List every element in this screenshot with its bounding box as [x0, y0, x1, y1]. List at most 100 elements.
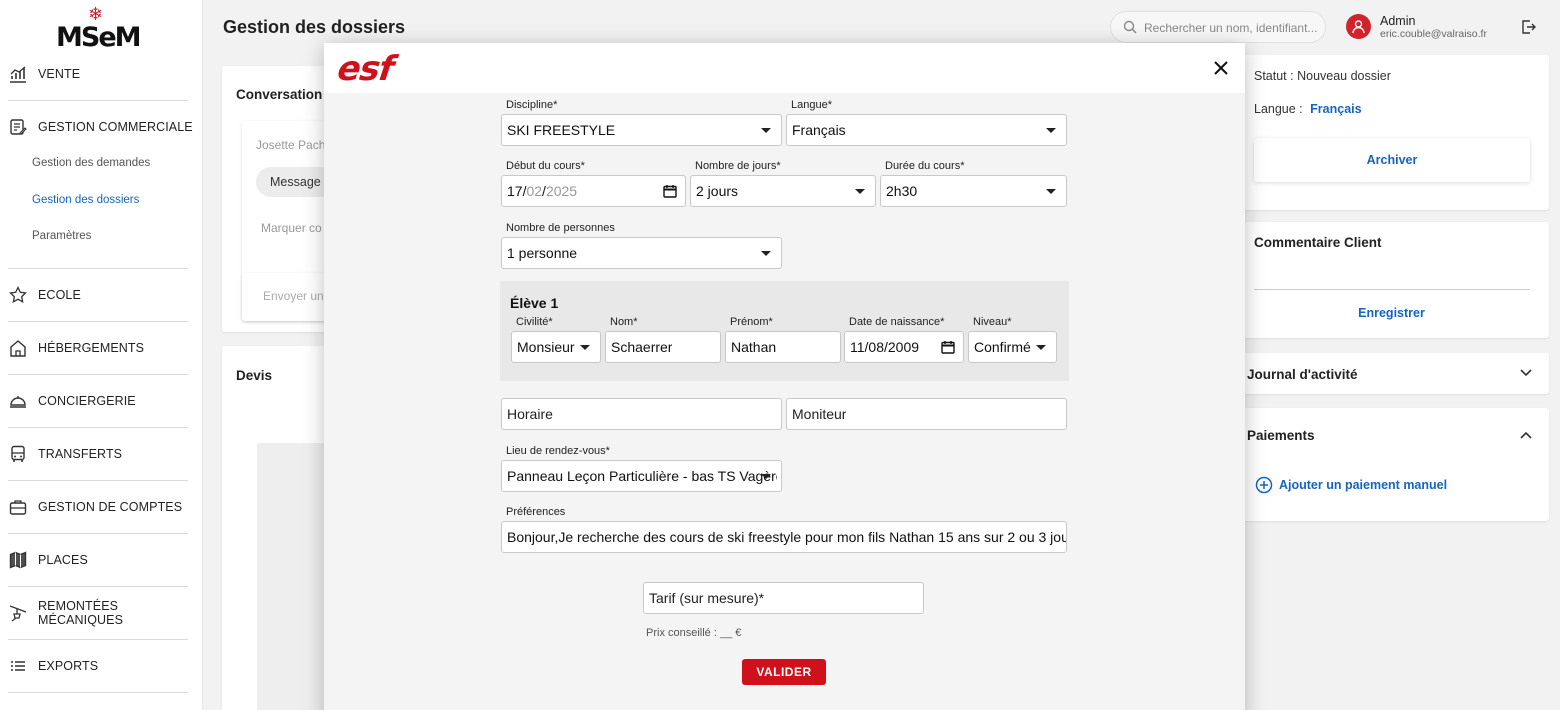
civilite-select[interactable]: Monsieur	[511, 331, 601, 363]
user-email: eric.couble@valraiso.fr	[1380, 28, 1487, 40]
date-year: 2025	[545, 183, 578, 199]
moniteur-input[interactable]: Moniteur	[786, 398, 1067, 430]
msem-logo[interactable]: ❄ MSeM	[56, 4, 146, 53]
page-title: Gestion des dossiers	[223, 17, 406, 37]
search-box[interactable]	[1110, 11, 1326, 43]
add-payment-label: Ajouter un paiement manuel	[1279, 478, 1448, 492]
star-icon	[8, 285, 28, 305]
dropdown-arrow-icon	[1046, 189, 1056, 194]
prix-conseille: Prix conseillé : __ €	[646, 627, 742, 639]
sidebar-subitem-parametres[interactable]: Paramètres	[32, 230, 91, 242]
message-chip[interactable]: Message	[256, 167, 332, 197]
add-circle-icon	[1255, 476, 1273, 494]
debut-label: Début du cours*	[506, 160, 585, 172]
journal-title: Journal d'activité	[1247, 367, 1358, 382]
sidebar-item-conciergerie[interactable]: CONCIERGERIE	[0, 375, 203, 427]
sidebar-item-hebergements[interactable]: HÉBERGEMENTS	[0, 322, 203, 374]
nom-input[interactable]: Schaerrer	[605, 331, 721, 363]
calendar-icon[interactable]	[941, 340, 955, 354]
sidebar-item-gestion-comptes[interactable]: GESTION DE COMPTES	[0, 481, 203, 533]
conversation-name: Josette Pach	[256, 138, 326, 152]
moniteur-placeholder: Moniteur	[792, 406, 847, 422]
dropdown-arrow-icon	[1046, 128, 1056, 133]
close-icon[interactable]	[1211, 58, 1231, 78]
sidebar-subitem-demandes[interactable]: Gestion des demandes	[32, 157, 150, 169]
send-box[interactable]: Envoyer un	[242, 273, 332, 321]
discipline-select[interactable]: SKI FREESTYLE	[501, 114, 782, 146]
sidebar-item-label: CONCIERGERIE	[38, 394, 136, 408]
chart-icon	[8, 64, 28, 84]
duree-value: 2h30	[886, 183, 918, 199]
naissance-date-input[interactable]: 11/08/2009	[844, 331, 964, 363]
sidebar-subitem-dossiers[interactable]: Gestion des dossiers	[32, 194, 139, 206]
chevron-down-icon[interactable]	[1520, 368, 1532, 378]
dropdown-arrow-icon	[1036, 345, 1046, 350]
discipline-value: SKI FREESTYLE	[507, 122, 616, 138]
civilite-value: Monsieur	[517, 339, 575, 355]
logout-icon[interactable]	[1520, 19, 1536, 35]
sidebar-item-places[interactable]: PLACES	[0, 534, 203, 586]
preferences-input[interactable]: Bonjour,Je recherche des cours de ski fr…	[501, 521, 1067, 553]
validate-button[interactable]: VALIDER	[742, 659, 826, 685]
dropdown-arrow-icon	[855, 189, 865, 194]
add-payment-button[interactable]: Ajouter un paiement manuel	[1255, 476, 1447, 494]
conversation-title: Conversation c	[236, 87, 334, 102]
avatar[interactable]	[1346, 14, 1371, 39]
modal-body: Discipline* SKI FREESTYLE Langue* França…	[324, 93, 1245, 710]
niveau-value: Confirmé	[974, 339, 1031, 355]
langue-value: Français	[792, 122, 846, 138]
nb-jours-select[interactable]: 2 jours	[690, 175, 876, 207]
archive-label: Archiver	[1366, 153, 1418, 167]
sidebar-item-label: EXPORTS	[38, 659, 99, 673]
nb-personnes-select[interactable]: 1 personne	[501, 237, 782, 269]
save-comment-button[interactable]: Enregistrer	[1240, 306, 1543, 320]
comment-card: Commentaire Client Enregistrer	[1240, 222, 1549, 338]
dropdown-arrow-icon	[761, 251, 771, 256]
eleve-section: Élève 1 Civilité* Monsieur Nom* Schaerre…	[500, 281, 1069, 381]
user-name: Admin	[1380, 14, 1416, 28]
nom-value: Schaerrer	[611, 339, 673, 355]
chevron-up-icon[interactable]	[1520, 430, 1532, 440]
preferences-value: Bonjour,Je recherche des cours de ski fr…	[507, 529, 1066, 545]
langue-value[interactable]: Français	[1310, 102, 1361, 116]
langue-row: Langue : Français	[1254, 102, 1362, 116]
sidebar-item-label: GESTION COMMERCIALE	[38, 120, 193, 134]
langue-select[interactable]: Français	[786, 114, 1067, 146]
debut-date-input[interactable]: 17/02/2025	[501, 175, 686, 207]
payments-card: Paiements Ajouter un paiement manuel	[1240, 408, 1549, 521]
dropdown-arrow-icon	[580, 345, 590, 350]
journal-card[interactable]: Journal d'activité	[1240, 353, 1549, 394]
sidebar: ❄ MSeM VENTE GESTION COMMERCIALE Gestion…	[0, 0, 203, 710]
duree-label: Durée du cours*	[885, 160, 965, 172]
nom-label: Nom*	[610, 316, 638, 328]
payments-title: Paiements	[1247, 428, 1315, 443]
duree-select[interactable]: 2h30	[880, 175, 1067, 207]
lieu-select[interactable]: Panneau Leçon Particulière - bas TS Vagè…	[501, 460, 782, 492]
civilite-label: Civilité*	[516, 316, 553, 328]
sidebar-item-exports[interactable]: EXPORTS	[0, 640, 203, 692]
mark-read-link[interactable]: Marquer co	[261, 221, 322, 235]
send-input[interactable]: Envoyer un	[263, 289, 324, 303]
archive-button[interactable]: Archiver	[1254, 138, 1530, 182]
sidebar-item-gestion-commerciale[interactable]: GESTION COMMERCIALE	[0, 101, 203, 153]
tarif-placeholder: Tarif (sur mesure)*	[649, 590, 765, 606]
statut-row: Statut : Nouveau dossier	[1254, 69, 1391, 83]
comment-input[interactable]	[1254, 289, 1530, 290]
conversation-card: Conversation c Josette Pach Message Marq…	[222, 66, 334, 332]
ski-lift-icon	[8, 603, 28, 623]
langue-label: Langue*	[791, 99, 832, 111]
calendar-icon[interactable]	[663, 184, 677, 198]
tarif-input[interactable]: Tarif (sur mesure)*	[643, 582, 924, 614]
search-input[interactable]	[1144, 18, 1320, 38]
niveau-label: Niveau*	[973, 316, 1012, 328]
search-icon	[1123, 20, 1137, 34]
sidebar-item-transferts[interactable]: TRANSFERTS	[0, 428, 203, 480]
home-icon	[8, 338, 28, 358]
horaire-input[interactable]: Horaire	[501, 398, 782, 430]
sidebar-item-remontees[interactable]: REMONTÉES MÉCANIQUES	[0, 587, 203, 639]
prenom-value: Nathan	[731, 339, 777, 355]
prenom-input[interactable]: Nathan	[725, 331, 841, 363]
sidebar-item-vente[interactable]: VENTE	[0, 48, 203, 100]
niveau-select[interactable]: Confirmé	[968, 331, 1057, 363]
sidebar-item-ecole[interactable]: ECOLE	[0, 269, 203, 321]
